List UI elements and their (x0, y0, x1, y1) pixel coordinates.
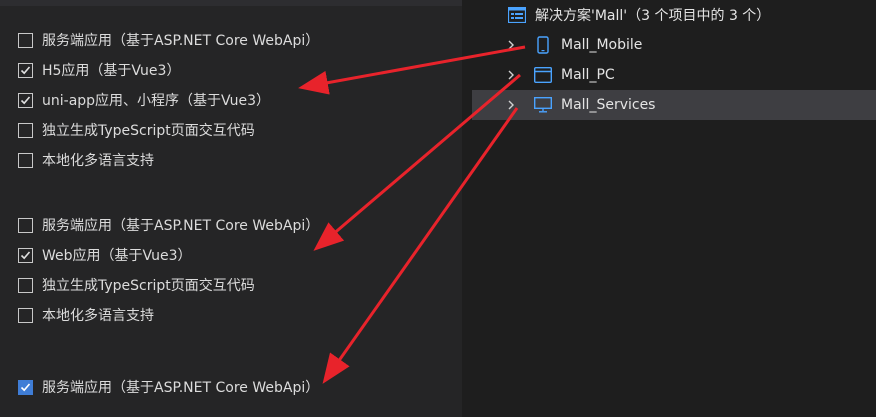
option-label: 服务端应用（基于ASP.NET Core WebApi） (42, 380, 320, 396)
option-label: 服务端应用（基于ASP.NET Core WebApi） (42, 33, 320, 49)
panel-splitter[interactable] (462, 0, 472, 417)
option-services-aspnet-1[interactable]: 服务端应用（基于ASP.NET Core WebApi） (18, 30, 319, 50)
option-web-vue3[interactable]: Web应用（基于Vue3） (18, 245, 192, 265)
project-options-panel: 服务端应用（基于ASP.NET Core WebApi） H5应用（基于Vue3… (0, 0, 462, 417)
checkbox[interactable] (18, 122, 33, 138)
monitor-icon (534, 96, 552, 114)
chevron-right-icon[interactable] (506, 100, 516, 110)
solution-explorer: 解决方案'Mall'（3 个项目中的 3 个） Mall_Mobile Mall… (472, 0, 876, 417)
window-icon (534, 66, 552, 84)
option-label: uni-app应用、小程序（基于Vue3） (42, 93, 271, 109)
option-h5-vue3[interactable]: H5应用（基于Vue3） (18, 60, 180, 80)
checkbox[interactable] (18, 32, 33, 48)
project-name: Mall_PC (561, 67, 615, 83)
option-label: 独立生成TypeScript页面交互代码 (42, 123, 255, 139)
option-label: H5应用（基于Vue3） (42, 63, 181, 79)
checkbox[interactable] (18, 152, 33, 168)
screenshot-root: 服务端应用（基于ASP.NET Core WebApi） H5应用（基于Vue3… (0, 0, 876, 417)
option-typescript-2[interactable]: 独立生成TypeScript页面交互代码 (18, 275, 255, 295)
option-i18n-2[interactable]: 本地化多语言支持 (18, 305, 154, 325)
checkbox[interactable] (18, 62, 33, 78)
option-services-aspnet-2[interactable]: 服务端应用（基于ASP.NET Core WebApi） (18, 215, 319, 235)
solution-title: 解决方案'Mall'（3 个项目中的 3 个） (535, 8, 771, 24)
checkbox[interactable] (18, 247, 33, 263)
checkbox[interactable] (18, 277, 33, 293)
panel-top-strip (0, 0, 462, 6)
option-label: 本地化多语言支持 (42, 308, 154, 324)
checkbox[interactable] (18, 307, 33, 323)
option-services-aspnet-3[interactable]: 服务端应用（基于ASP.NET Core WebApi） (18, 377, 319, 397)
tree-item-mall-pc[interactable]: Mall_PC (472, 60, 876, 90)
option-label: 本地化多语言支持 (42, 153, 154, 169)
tree-item-mall-services[interactable]: Mall_Services (472, 90, 876, 120)
option-typescript-1[interactable]: 独立生成TypeScript页面交互代码 (18, 120, 255, 140)
chevron-right-icon[interactable] (506, 70, 516, 80)
option-label: 服务端应用（基于ASP.NET Core WebApi） (42, 218, 320, 234)
mobile-icon (534, 36, 552, 54)
option-uniapp-miniprogram[interactable]: uni-app应用、小程序（基于Vue3） (18, 90, 270, 110)
chevron-right-icon[interactable] (506, 40, 516, 50)
project-name: Mall_Mobile (561, 37, 643, 53)
checkbox[interactable] (18, 217, 33, 233)
project-name: Mall_Services (561, 97, 656, 113)
option-label: Web应用（基于Vue3） (42, 248, 192, 264)
checkbox[interactable] (18, 379, 33, 395)
solution-icon (508, 6, 526, 24)
checkbox[interactable] (18, 92, 33, 108)
option-label: 独立生成TypeScript页面交互代码 (42, 278, 255, 294)
tree-item-mall-mobile[interactable]: Mall_Mobile (472, 30, 876, 60)
solution-root[interactable]: 解决方案'Mall'（3 个项目中的 3 个） (472, 0, 876, 30)
option-i18n-1[interactable]: 本地化多语言支持 (18, 150, 154, 170)
